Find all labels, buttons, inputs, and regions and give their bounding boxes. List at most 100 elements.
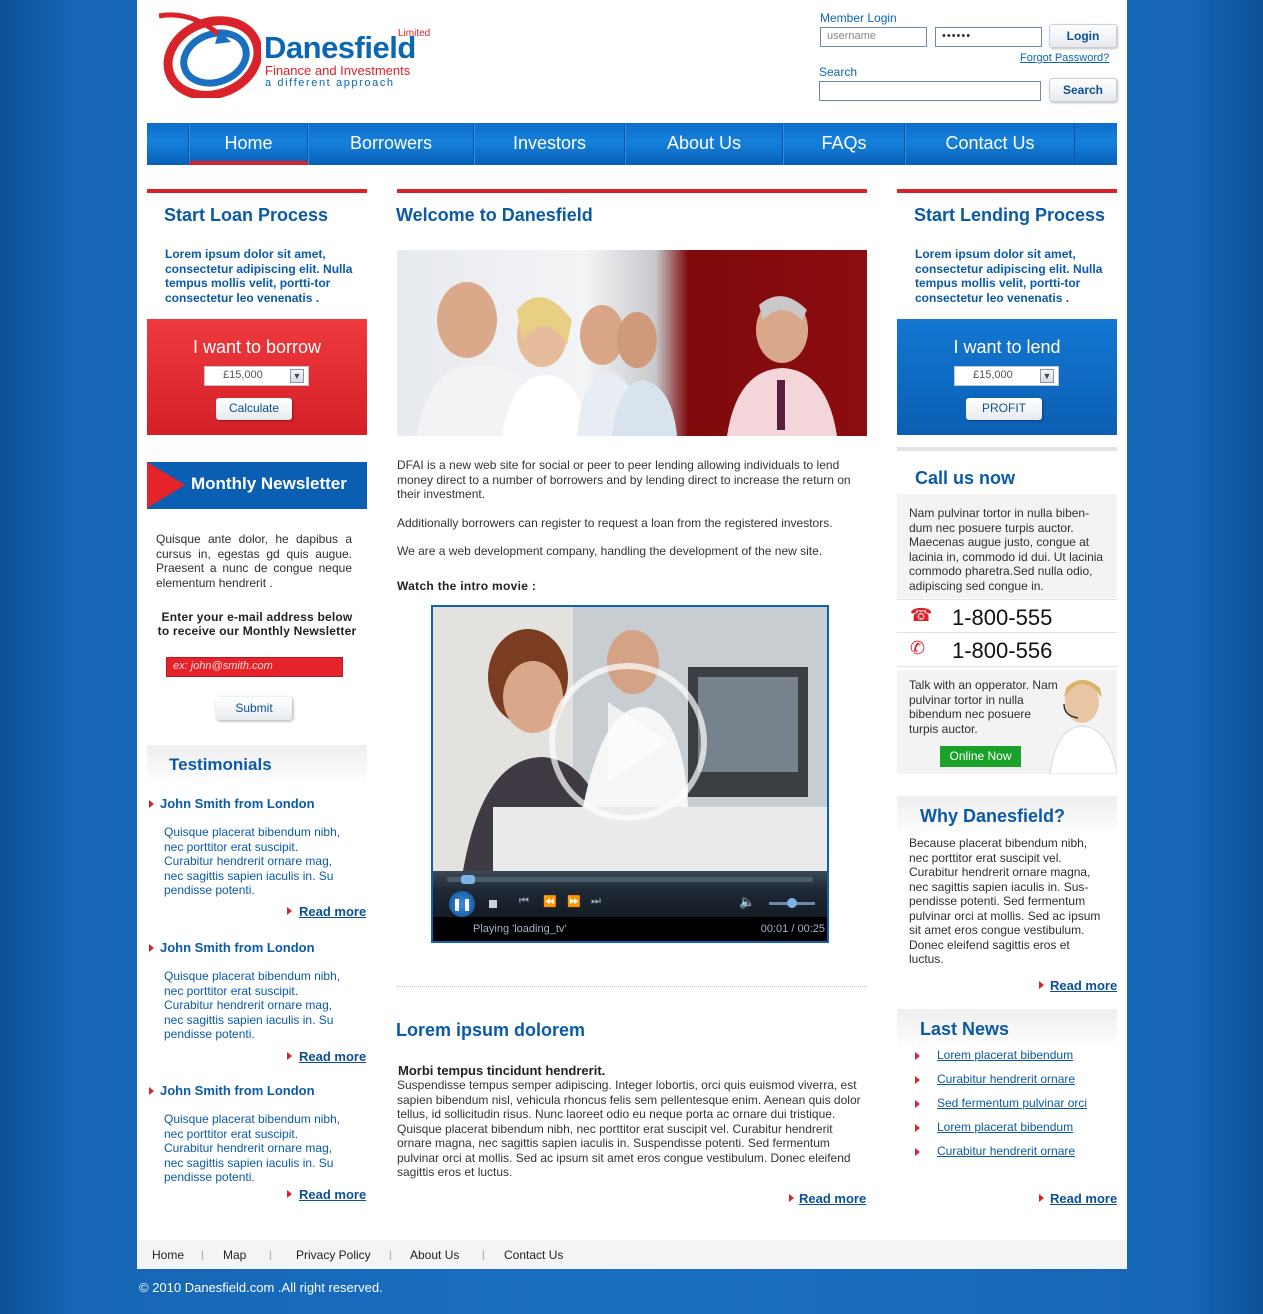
nav-filler xyxy=(1075,123,1117,165)
borrow-amount-select[interactable]: £15,000 ▼ xyxy=(204,366,309,386)
last-news-title: Last News xyxy=(920,1019,1010,1039)
footer-link-contact[interactable]: Contact Us xyxy=(504,1248,563,1262)
lending-process-text: Lorem ipsum dolor sit amet, consectetur … xyxy=(915,247,1103,305)
intro-paragraph-3: We are a web development company, handli… xyxy=(397,544,823,558)
search-input[interactable] xyxy=(819,81,1041,101)
bullet-icon xyxy=(149,1087,154,1095)
logo-swirl-icon xyxy=(158,12,261,98)
footer-link-about[interactable]: About Us xyxy=(410,1248,459,1262)
lorem-title: Lorem ipsum dolorem xyxy=(396,1020,586,1040)
bullet-icon xyxy=(915,1076,920,1084)
right-divider xyxy=(897,189,1117,193)
video-thumbnail xyxy=(433,607,827,871)
video-status-text: Playing 'loading_tv' xyxy=(473,923,567,935)
video-progress-thumb[interactable] xyxy=(461,875,475,884)
newsletter-prompt-2: to receive our Monthly Newsletter xyxy=(157,624,357,638)
nav-investors[interactable]: Investors xyxy=(474,123,625,165)
center-separator xyxy=(397,986,867,987)
newsletter-email-field[interactable]: ex: john@smith.com xyxy=(166,657,343,677)
logo-tagline: a different approach xyxy=(265,77,395,89)
watch-movie-title: Watch the intro movie : xyxy=(397,579,537,593)
call-us-title: Call us now xyxy=(915,468,1016,488)
bullet-icon xyxy=(287,907,292,915)
welcome-title: Welcome to Danesfield xyxy=(396,205,593,225)
footer-link-privacy[interactable]: Privacy Policy xyxy=(296,1248,371,1262)
nav-faqs[interactable]: FAQs xyxy=(783,123,905,165)
lorem-read-more[interactable]: Read more xyxy=(799,1191,866,1206)
news-link[interactable]: Curabitur hendrerit ornare xyxy=(937,1072,1075,1086)
testimonial-name[interactable]: John Smith from London xyxy=(160,1083,315,1098)
previous-icon[interactable]: ⏮ xyxy=(519,895,529,908)
chevron-down-icon: ▼ xyxy=(290,369,304,383)
fast-forward-icon[interactable]: ⏩ xyxy=(567,895,581,908)
login-button[interactable]: Login xyxy=(1049,24,1117,48)
video-player[interactable]: ❚❚ ⏮ ⏪ ⏩ ⏭ 🔈 Playing 'loading_tv' 00:01 … xyxy=(431,605,829,943)
testimonial-read-more[interactable]: Read more xyxy=(299,1187,366,1202)
footer-separator: | xyxy=(269,1250,272,1261)
bullet-icon xyxy=(149,800,154,808)
news-link[interactable]: Lorem placerat bibendum xyxy=(937,1048,1073,1062)
business-people-illustration xyxy=(417,282,837,436)
lend-box: I want to lend £15,000 ▼ PROFIT xyxy=(897,319,1117,435)
phone-number-1[interactable]: 1-800-555 xyxy=(952,605,1052,631)
borrow-amount-value: £15,000 xyxy=(223,369,263,381)
footer-link-home[interactable]: Home xyxy=(152,1248,184,1262)
video-controls: ❚❚ ⏮ ⏪ ⏩ ⏭ 🔈 xyxy=(433,871,827,917)
password-field[interactable]: •••••• xyxy=(935,27,1042,47)
lorem-subtitle: Morbi tempus tincidunt hendrerit. xyxy=(398,1063,606,1078)
calculate-button[interactable]: Calculate xyxy=(216,398,292,420)
news-read-more[interactable]: Read more xyxy=(1050,1191,1117,1206)
news-link[interactable]: Sed fermentum pulvinar orci xyxy=(937,1096,1087,1110)
testimonial-name[interactable]: John Smith from London xyxy=(160,796,315,811)
phone-row-1: ☎ 1-800-555 xyxy=(897,599,1117,633)
main-nav: Home Borrowers Investors About Us FAQs C… xyxy=(147,123,1117,165)
nav-contact-us[interactable]: Contact Us xyxy=(905,123,1075,165)
stop-icon[interactable] xyxy=(489,900,497,908)
newsletter-submit-button[interactable]: Submit xyxy=(216,697,292,720)
bullet-icon xyxy=(1039,1194,1044,1202)
news-link[interactable]: Lorem placerat bibendum xyxy=(937,1120,1073,1134)
copyright-text: © 2010 Danesfield.com .All right reserve… xyxy=(139,1280,383,1295)
footer-bar: Home | Map | Privacy Policy | About Us |… xyxy=(137,1240,1127,1269)
arrow-right-icon xyxy=(147,462,185,508)
why-text: Because placerat bibendum nibh, nec port… xyxy=(909,836,1101,966)
nav-about-us[interactable]: About Us xyxy=(625,123,783,165)
lend-amount-select[interactable]: £15,000 ▼ xyxy=(954,366,1059,386)
next-icon[interactable]: ⏭ xyxy=(591,895,601,908)
online-now-button[interactable]: Online Now xyxy=(940,746,1021,767)
why-read-more[interactable]: Read more xyxy=(1050,978,1117,993)
forgot-password-link[interactable]: Forgot Password? xyxy=(1020,52,1109,64)
rewind-icon[interactable]: ⏪ xyxy=(543,895,557,908)
testimonial-name[interactable]: John Smith from London xyxy=(160,940,315,955)
operator-text: Talk with an opperator. Nam pulvinar tor… xyxy=(909,678,1058,736)
site-logo[interactable]: Limited Danesfield Finance and Investmen… xyxy=(151,6,430,98)
operator-avatar xyxy=(1049,680,1117,774)
hero-image xyxy=(397,250,867,436)
volume-thumb[interactable] xyxy=(787,898,797,908)
testimonial-read-more[interactable]: Read more xyxy=(299,904,366,919)
footer-link-map[interactable]: Map xyxy=(223,1248,246,1262)
search-button[interactable]: Search xyxy=(1049,78,1117,102)
video-time: 00:01 / 00:25 xyxy=(760,923,825,935)
mobile-phone-icon: ✆ xyxy=(910,638,926,658)
pause-icon[interactable]: ❚❚ xyxy=(449,891,475,917)
profit-button[interactable]: PROFIT xyxy=(966,398,1042,420)
login-area: Member Login username •••••• Login Forgo… xyxy=(819,10,1119,105)
left-divider xyxy=(147,189,367,193)
nav-borrowers[interactable]: Borrowers xyxy=(308,123,474,165)
testimonial-read-more[interactable]: Read more xyxy=(299,1049,366,1064)
member-login-label: Member Login xyxy=(820,11,897,25)
video-progress-track[interactable] xyxy=(447,877,813,882)
borrow-box: I want to borrow £15,000 ▼ Calculate xyxy=(147,319,367,435)
footer-separator: | xyxy=(389,1250,392,1261)
volume-icon[interactable]: 🔈 xyxy=(739,894,755,910)
phone-number-2[interactable]: 1-800-556 xyxy=(952,638,1052,664)
username-field[interactable]: username xyxy=(820,27,927,47)
video-frame[interactable] xyxy=(433,607,827,871)
nav-home[interactable]: Home xyxy=(189,123,308,165)
bullet-icon xyxy=(915,1148,920,1156)
intro-paragraph-1: DFAI is a new web site for social or pee… xyxy=(397,458,851,501)
lorem-text: Suspendisse tempus semper adipiscing. In… xyxy=(397,1078,861,1179)
news-link[interactable]: Curabitur hendrerit ornare xyxy=(937,1144,1075,1158)
bullet-icon xyxy=(915,1124,920,1132)
